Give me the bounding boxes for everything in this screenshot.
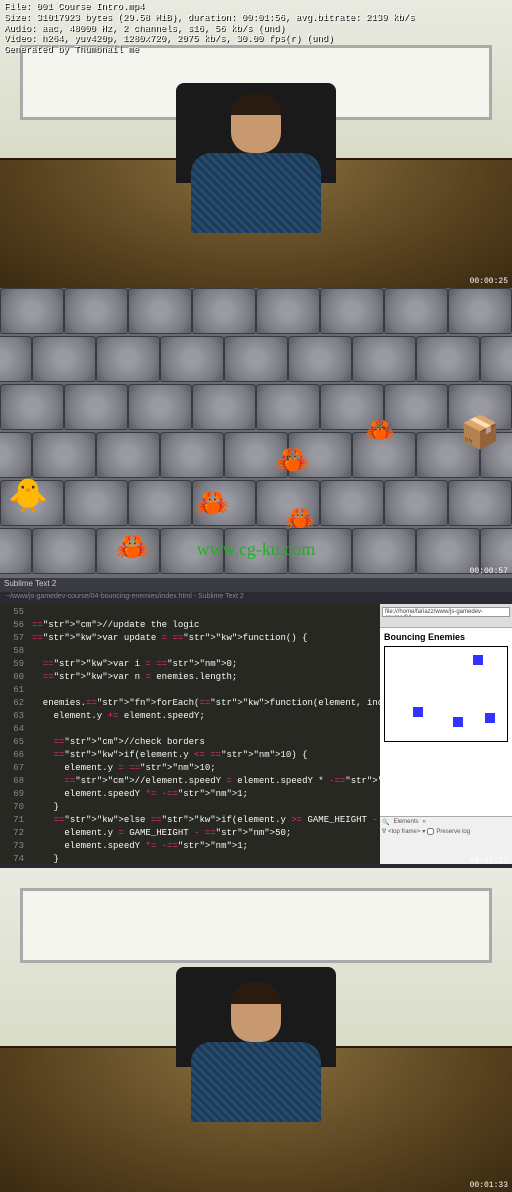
preserve-log-checkbox[interactable]	[427, 828, 434, 835]
crab-sprite: 🦀	[285, 504, 315, 533]
meta-generated: Generated by Thumbnail me	[4, 45, 508, 56]
filter-icon[interactable]: ∇	[382, 828, 386, 835]
enemy-square	[473, 655, 483, 665]
line-gutter: 55 56 57 58 59 60 61 62 63 64 65 66 67 6…	[0, 604, 28, 864]
meta-audio: Audio: aac, 48000 Hz, 2 channels, s16, 5…	[4, 24, 508, 35]
crab-sprite: 🦀	[275, 443, 310, 476]
frame-select[interactable]: <top frame>	[388, 829, 420, 835]
whiteboard	[20, 888, 492, 963]
game-canvas[interactable]	[384, 646, 508, 742]
meta-video: Video: h264, yuv420p, 1280x720, 2075 kb/…	[4, 34, 508, 45]
meta-file: File: 001 Course Intro.mp4	[4, 2, 508, 13]
timestamp: 00:01:33	[470, 1181, 508, 1190]
chevron-icon[interactable]: »	[423, 819, 426, 826]
timestamp: 00:01:11	[470, 857, 508, 866]
chest-sprite: 📦	[460, 413, 500, 451]
preserve-log-label: Preserve log	[436, 829, 470, 835]
enemy-square	[453, 717, 463, 727]
file-metadata: File: 001 Course Intro.mp4 Size: 3101792…	[0, 0, 512, 58]
titlebar: ~/www/js-gamedev-course/04-bouncing-enem…	[0, 592, 512, 604]
code-content[interactable]: =="str">"cm">//update the logic =="str">…	[28, 604, 380, 864]
enemy-square	[485, 713, 495, 723]
browser-chrome: file:///home/fariazz/www/js-gamedev-cour…	[380, 604, 512, 628]
search-icon[interactable]: 🔍	[382, 819, 389, 826]
enemy-square	[413, 707, 423, 717]
url-bar[interactable]: file:///home/fariazz/www/js-gamedev-cour…	[382, 607, 510, 617]
video-frame-4: 00:01:33	[0, 868, 512, 1192]
instructor	[186, 93, 326, 233]
timestamp: 00:00:25	[470, 277, 508, 286]
instructor	[186, 982, 326, 1122]
watermark: www.cg-ku.com	[197, 539, 316, 560]
page-title: Bouncing Enemies	[384, 632, 508, 642]
crab-sprite: 🦀	[365, 416, 395, 445]
crab-sprite: 🦀	[195, 486, 230, 519]
video-frame-2: 🐥 🦀 🦀 🦀 🦀 🦀 📦 www.cg-ku.com 00:00:57	[0, 288, 512, 578]
code-editor[interactable]: 55 56 57 58 59 60 61 62 63 64 65 66 67 6…	[0, 604, 380, 864]
bird-sprite: 🐥	[8, 476, 48, 514]
devtools-tab[interactable]: Elements	[393, 819, 418, 826]
crab-sprite: 🦀	[115, 530, 150, 563]
video-frame-3: Sublime Text 2 ~/www/js-gamedev-course/0…	[0, 578, 512, 868]
brick-wall	[0, 288, 512, 578]
video-frame-1: File: 001 Course Intro.mp4 Size: 3101792…	[0, 0, 512, 288]
timestamp: 00:00:57	[470, 567, 508, 576]
meta-size: Size: 31017923 bytes (29.58 MiB), durati…	[4, 13, 508, 24]
browser-window: file:///home/fariazz/www/js-gamedev-cour…	[380, 604, 512, 864]
menubar: Sublime Text 2	[0, 578, 512, 592]
